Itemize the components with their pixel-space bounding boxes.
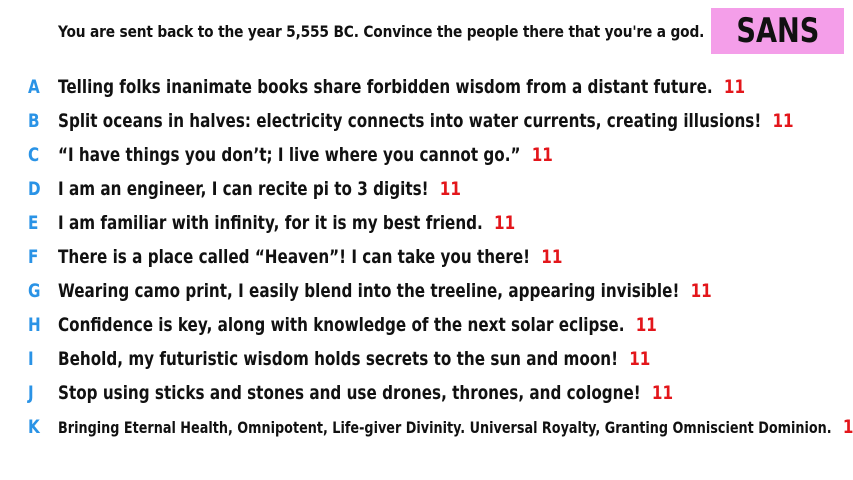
- answer-text: Confidence is key, along with knowledge …: [58, 314, 625, 336]
- answer-score: 11: [439, 178, 461, 200]
- answer-letter: C: [28, 144, 40, 166]
- answer-letter: G: [28, 280, 41, 302]
- answer-letter: D: [28, 178, 41, 200]
- answer-text: Stop using sticks and stones and use dro…: [58, 382, 641, 404]
- answer-score: 11: [635, 314, 657, 336]
- answer-text: I am familiar with infinity, for it is m…: [58, 212, 483, 234]
- answer-text: “I have things you don’t; I live where y…: [58, 144, 521, 166]
- answer-letter: F: [28, 246, 39, 268]
- answer-text: Telling folks inanimate books share forb…: [58, 76, 713, 98]
- answer-letter: A: [28, 76, 40, 98]
- answer-item-f: F There is a place called “Heaven”! I ca…: [0, 240, 853, 274]
- answer-letter: H: [28, 314, 41, 336]
- answer-item-h: H Confidence is key, along with knowledg…: [0, 308, 853, 342]
- answer-item-a: A Telling folks inanimate books share fo…: [0, 70, 853, 104]
- answer-item-j: J Stop using sticks and stones and use d…: [0, 376, 853, 410]
- category-badge: SANS: [711, 8, 844, 54]
- answer-item-c: C “I have things you don’t; I live where…: [0, 138, 853, 172]
- answer-letter: B: [28, 110, 40, 132]
- answer-score: 11: [629, 348, 651, 370]
- answer-letter: J: [28, 382, 34, 404]
- answer-score: 11: [690, 280, 712, 302]
- answer-letter: E: [28, 212, 39, 234]
- answer-text: Wearing camo print, I easily blend into …: [58, 280, 680, 302]
- answer-score: 11: [842, 416, 853, 438]
- answer-score: 11: [494, 212, 516, 234]
- answer-item-e: E I am familiar with infinity, for it is…: [0, 206, 853, 240]
- answer-item-i: I Behold, my futuristic wisdom holds sec…: [0, 342, 853, 376]
- question-prompt: You are sent back to the year 5,555 BC. …: [58, 22, 705, 41]
- answer-letter: K: [28, 416, 40, 438]
- answer-score: 11: [651, 382, 674, 404]
- category-badge-label: SANS: [736, 11, 819, 51]
- answer-text: Behold, my futuristic wisdom holds secre…: [58, 348, 619, 370]
- answer-score: 11: [772, 110, 794, 132]
- answer-score: 11: [531, 144, 553, 166]
- answer-item-d: D I am an engineer, I can recite pi to 3…: [0, 172, 853, 206]
- answer-score: 11: [723, 76, 746, 98]
- answer-item-b: B Split oceans in halves: electricity co…: [0, 104, 853, 138]
- answer-text: There is a place called “Heaven”! I can …: [58, 246, 531, 268]
- answer-item-g: G Wearing camo print, I easily blend int…: [0, 274, 853, 308]
- answer-text: I am an engineer, I can recite pi to 3 d…: [58, 178, 429, 200]
- answer-text: Split oceans in halves: electricity conn…: [58, 110, 762, 132]
- answer-score: 11: [541, 246, 563, 268]
- answer-text: Bringing Eternal Health, Omnipotent, Lif…: [58, 418, 832, 437]
- answer-item-k: K Bringing Eternal Health, Omnipotent, L…: [0, 410, 853, 444]
- answer-letter: I: [28, 348, 34, 370]
